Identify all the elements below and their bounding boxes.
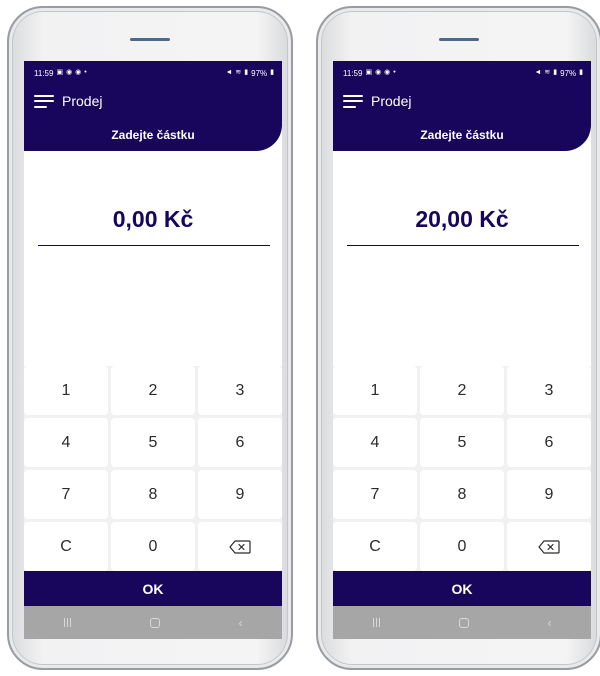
key-clear[interactable]: C (333, 522, 417, 571)
app-notification-icon: ◉ (75, 69, 82, 76)
key-8[interactable]: 8 (420, 470, 504, 519)
key-clear[interactable]: C (24, 522, 108, 571)
home-icon[interactable] (149, 617, 160, 628)
numeric-keypad: 1 2 3 4 5 6 7 8 9 C 0 (24, 366, 282, 571)
key-7[interactable]: 7 (24, 470, 108, 519)
app-title: Prodej (62, 93, 103, 109)
key-7[interactable]: 7 (333, 470, 417, 519)
key-backspace[interactable] (507, 522, 591, 571)
signal-icon: ▮ (244, 69, 249, 76)
key-backspace[interactable] (198, 522, 282, 571)
app-notification-icon: ◉ (384, 69, 391, 76)
key-5[interactable]: 5 (111, 418, 195, 467)
phone-screen: 11:59 ▣ ◉ ◉ • ◄ ≋ ▮ 97% ▮ Prodej Zadejte… (333, 61, 591, 639)
amount-underline (347, 245, 579, 246)
amount-display: 20,00 Kč (415, 206, 509, 232)
key-2[interactable]: 2 (420, 366, 504, 415)
recents-icon[interactable] (63, 618, 71, 627)
phone-screen: 11:59 ▣ ◉ ◉ • ◄ ≋ ▮ 97% ▮ Prodej Zadejte… (24, 61, 282, 639)
key-0[interactable]: 0 (420, 522, 504, 571)
phone-speaker (439, 38, 479, 41)
more-notifications-icon: • (84, 69, 87, 76)
phone-speaker (130, 38, 170, 41)
battery-icon: ▮ (270, 69, 274, 76)
wifi-icon: ≋ (235, 69, 242, 76)
battery-icon: ▮ (579, 69, 583, 76)
wifi-icon: ≋ (544, 69, 551, 76)
key-9[interactable]: 9 (507, 470, 591, 519)
app-header: 11:59 ▣ ◉ ◉ • ◄ ≋ ▮ 97% ▮ Prodej Zadejte… (333, 61, 591, 151)
page-subtitle: Zadejte částku (420, 128, 504, 142)
status-time: 11:59 (34, 68, 54, 78)
gallery-notification-icon: ▣ (365, 69, 373, 76)
key-3[interactable]: 3 (198, 366, 282, 415)
ok-button[interactable]: OK (333, 571, 591, 606)
key-0[interactable]: 0 (111, 522, 195, 571)
key-6[interactable]: 6 (198, 418, 282, 467)
hamburger-icon[interactable] (34, 94, 54, 108)
status-bar: 11:59 ▣ ◉ ◉ • ◄ ≋ ▮ 97% ▮ (343, 68, 583, 78)
app-notification-icon: ◉ (66, 69, 73, 76)
key-4[interactable]: 4 (333, 418, 417, 467)
key-1[interactable]: 1 (333, 366, 417, 415)
key-2[interactable]: 2 (111, 366, 195, 415)
status-time: 11:59 (343, 68, 363, 78)
recents-icon[interactable] (372, 618, 380, 627)
key-9[interactable]: 9 (198, 470, 282, 519)
gallery-notification-icon: ▣ (56, 69, 64, 76)
hamburger-icon[interactable] (343, 94, 363, 108)
backspace-icon (229, 539, 251, 554)
phone-frame-left: 11:59 ▣ ◉ ◉ • ◄ ≋ ▮ 97% ▮ Prodej Zadejte… (7, 6, 293, 670)
battery-percent: 97% (560, 68, 577, 78)
back-icon[interactable]: ‹ (548, 617, 552, 629)
phone-frame-right: 11:59 ▣ ◉ ◉ • ◄ ≋ ▮ 97% ▮ Prodej Zadejte… (316, 6, 600, 670)
android-nav-bar: ‹ (24, 606, 282, 639)
signal-icon: ▮ (553, 69, 558, 76)
mute-icon: ◄ (534, 69, 542, 76)
key-6[interactable]: 6 (507, 418, 591, 467)
battery-percent: 97% (251, 68, 268, 78)
page-subtitle: Zadejte částku (111, 128, 195, 142)
backspace-icon (538, 539, 560, 554)
key-1[interactable]: 1 (24, 366, 108, 415)
key-5[interactable]: 5 (420, 418, 504, 467)
app-header: 11:59 ▣ ◉ ◉ • ◄ ≋ ▮ 97% ▮ Prodej Zadejte… (24, 61, 282, 151)
numeric-keypad: 1 2 3 4 5 6 7 8 9 C 0 (333, 366, 591, 571)
key-3[interactable]: 3 (507, 366, 591, 415)
key-8[interactable]: 8 (111, 470, 195, 519)
amount-underline (38, 245, 270, 246)
android-nav-bar: ‹ (333, 606, 591, 639)
app-notification-icon: ◉ (375, 69, 382, 76)
key-4[interactable]: 4 (24, 418, 108, 467)
more-notifications-icon: • (393, 69, 396, 76)
app-title: Prodej (371, 93, 412, 109)
ok-button[interactable]: OK (24, 571, 282, 606)
back-icon[interactable]: ‹ (239, 617, 243, 629)
status-bar: 11:59 ▣ ◉ ◉ • ◄ ≋ ▮ 97% ▮ (34, 68, 274, 78)
mute-icon: ◄ (225, 69, 233, 76)
home-icon[interactable] (458, 617, 469, 628)
amount-display: 0,00 Kč (112, 206, 194, 232)
